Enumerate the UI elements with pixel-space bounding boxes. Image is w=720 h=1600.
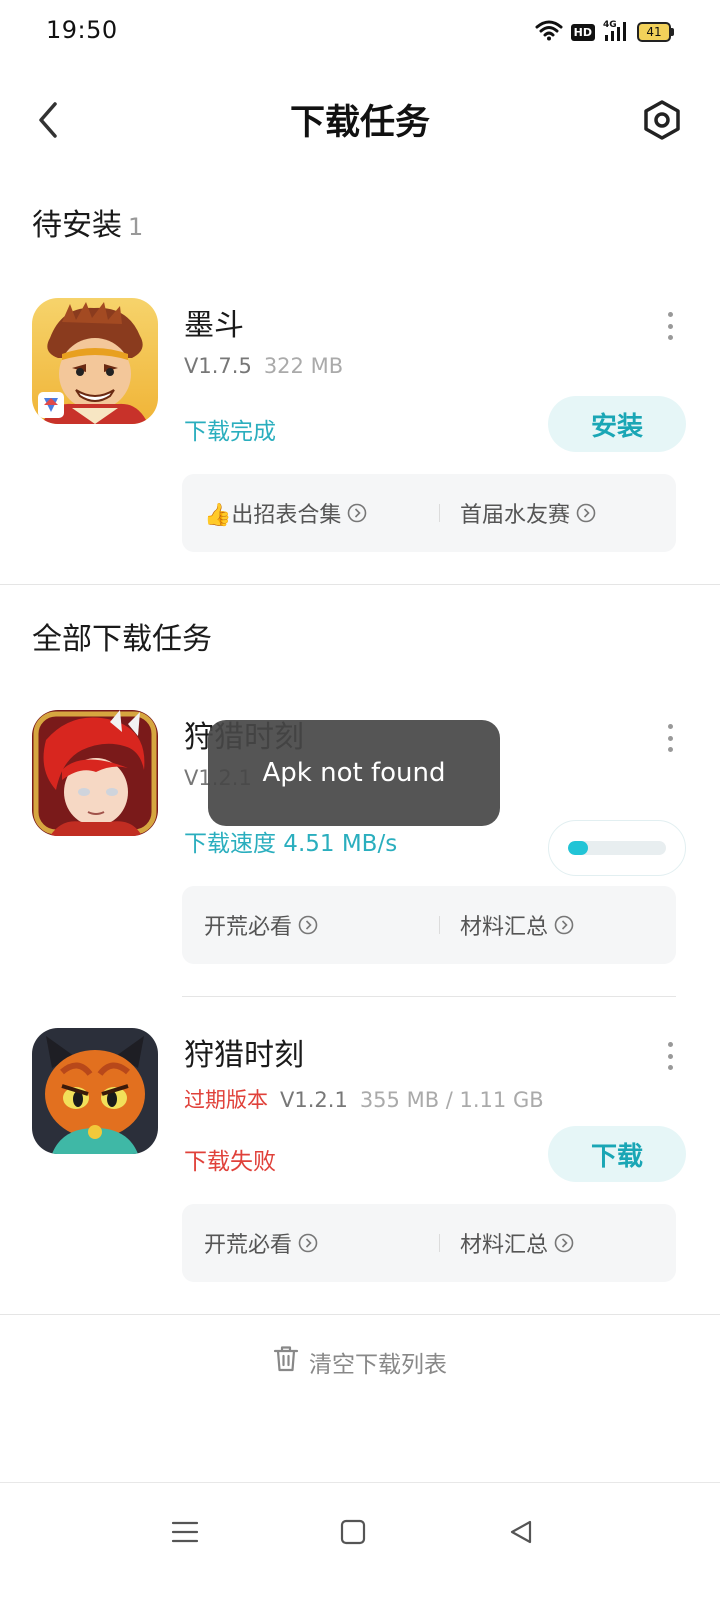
all-section-title: 全部下载任务 — [32, 622, 212, 657]
link-label: 材料汇总 — [460, 915, 549, 940]
back-nav-button[interactable] — [496, 1507, 546, 1557]
link-materials-summary[interactable]: 材料汇总 — [460, 886, 574, 964]
trash-icon — [273, 1345, 299, 1379]
wifi-icon — [535, 19, 563, 45]
home-square-icon — [340, 1519, 366, 1545]
link-beginner-guide[interactable]: 开荒必看 — [204, 1204, 318, 1282]
page-title: 下载任务 — [289, 103, 430, 143]
app-size: 322 MB — [263, 354, 344, 378]
battery-level: 41 — [637, 22, 671, 42]
link-label: 👍出招表合集 — [204, 503, 342, 528]
status-icons: HD 4G 41 — [535, 18, 674, 46]
link-first-tournament[interactable]: 首届水友赛 — [460, 474, 596, 552]
circle-chevron-icon — [554, 1233, 574, 1253]
link-beginner-guide[interactable]: 开荒必看 — [204, 886, 318, 964]
app-size: 355 MB / 1.11 GB — [359, 1088, 544, 1112]
section-divider — [0, 584, 720, 585]
link-materials-summary[interactable]: 材料汇总 — [460, 1204, 574, 1282]
download-speed: 下载速度 4.51 MB/s — [184, 831, 398, 857]
pending-section-title: 待安装 1 — [32, 200, 143, 244]
app-version: V1.2.1 — [280, 1088, 348, 1112]
download-progress-button[interactable] — [548, 820, 686, 876]
item-divider — [182, 996, 676, 997]
game-links: 👍出招表合集 首届水友赛 — [182, 474, 676, 552]
install-button[interactable]: 安装 — [548, 396, 686, 452]
pending-section-label: 待安装 — [32, 208, 122, 243]
app-version: V1.7.5 — [184, 354, 252, 378]
status-bar: 19:50 HD 4G 41 — [0, 0, 720, 64]
status-time: 19:50 — [46, 16, 118, 44]
app-meta: V1.7.5 322 MB — [184, 354, 343, 378]
clear-list-label: 清空下载列表 — [309, 1352, 447, 1378]
download-status: 下载完成 — [184, 419, 276, 445]
circle-chevron-icon — [347, 503, 367, 523]
game-links: 开荒必看 材料汇总 — [182, 886, 676, 964]
header: 下载任务 — [0, 84, 720, 156]
progress-fill — [568, 841, 588, 855]
more-options-button[interactable] — [660, 1040, 680, 1072]
link-label: 材料汇总 — [460, 1233, 549, 1258]
clear-download-list-button[interactable]: 清空下载列表 — [0, 1342, 720, 1382]
circle-chevron-icon — [298, 1233, 318, 1253]
app-name: 狩猎时刻 — [184, 1038, 304, 1073]
link-label: 首届水友赛 — [460, 503, 571, 528]
download-button[interactable]: 下载 — [548, 1126, 686, 1182]
download-status: 下载失败 — [184, 1149, 276, 1175]
signal-4g-icon: 4G — [603, 18, 629, 46]
link-label: 开荒必看 — [204, 1233, 293, 1258]
circle-chevron-icon — [576, 503, 596, 523]
back-triangle-icon — [510, 1520, 532, 1544]
menu-button[interactable] — [160, 1507, 210, 1557]
svg-text:4G: 4G — [603, 20, 617, 30]
pending-count: 1 — [128, 213, 144, 241]
app-icon-hunting-moment[interactable] — [32, 710, 158, 836]
circle-chevron-icon — [298, 915, 318, 935]
more-options-button[interactable] — [660, 310, 680, 342]
circle-chevron-icon — [554, 915, 574, 935]
footer-divider — [0, 1314, 720, 1315]
hexagon-settings-icon — [644, 100, 680, 140]
progress-track — [568, 841, 666, 855]
hd-icon: HD — [570, 23, 595, 41]
game-links: 开荒必看 材料汇总 — [182, 1204, 676, 1282]
settings-button[interactable] — [638, 96, 686, 144]
toast-message: Apk not found — [208, 720, 500, 826]
home-button[interactable] — [328, 1507, 378, 1557]
battery-icon: 41 — [637, 22, 674, 42]
menu-icon — [171, 1521, 199, 1543]
more-options-button[interactable] — [660, 722, 680, 754]
app-meta: 过期版本 V1.2.1 355 MB / 1.11 GB — [184, 1084, 544, 1114]
app-name: 墨斗 — [184, 308, 244, 343]
app-icon-modou[interactable] — [32, 298, 158, 424]
app-icon-hunting-moment-cat[interactable] — [32, 1028, 158, 1154]
link-label: 开荒必看 — [204, 915, 293, 940]
expired-badge: 过期版本 — [184, 1088, 268, 1112]
link-move-list[interactable]: 👍出招表合集 — [204, 474, 367, 552]
system-nav-bar — [0, 1482, 720, 1600]
